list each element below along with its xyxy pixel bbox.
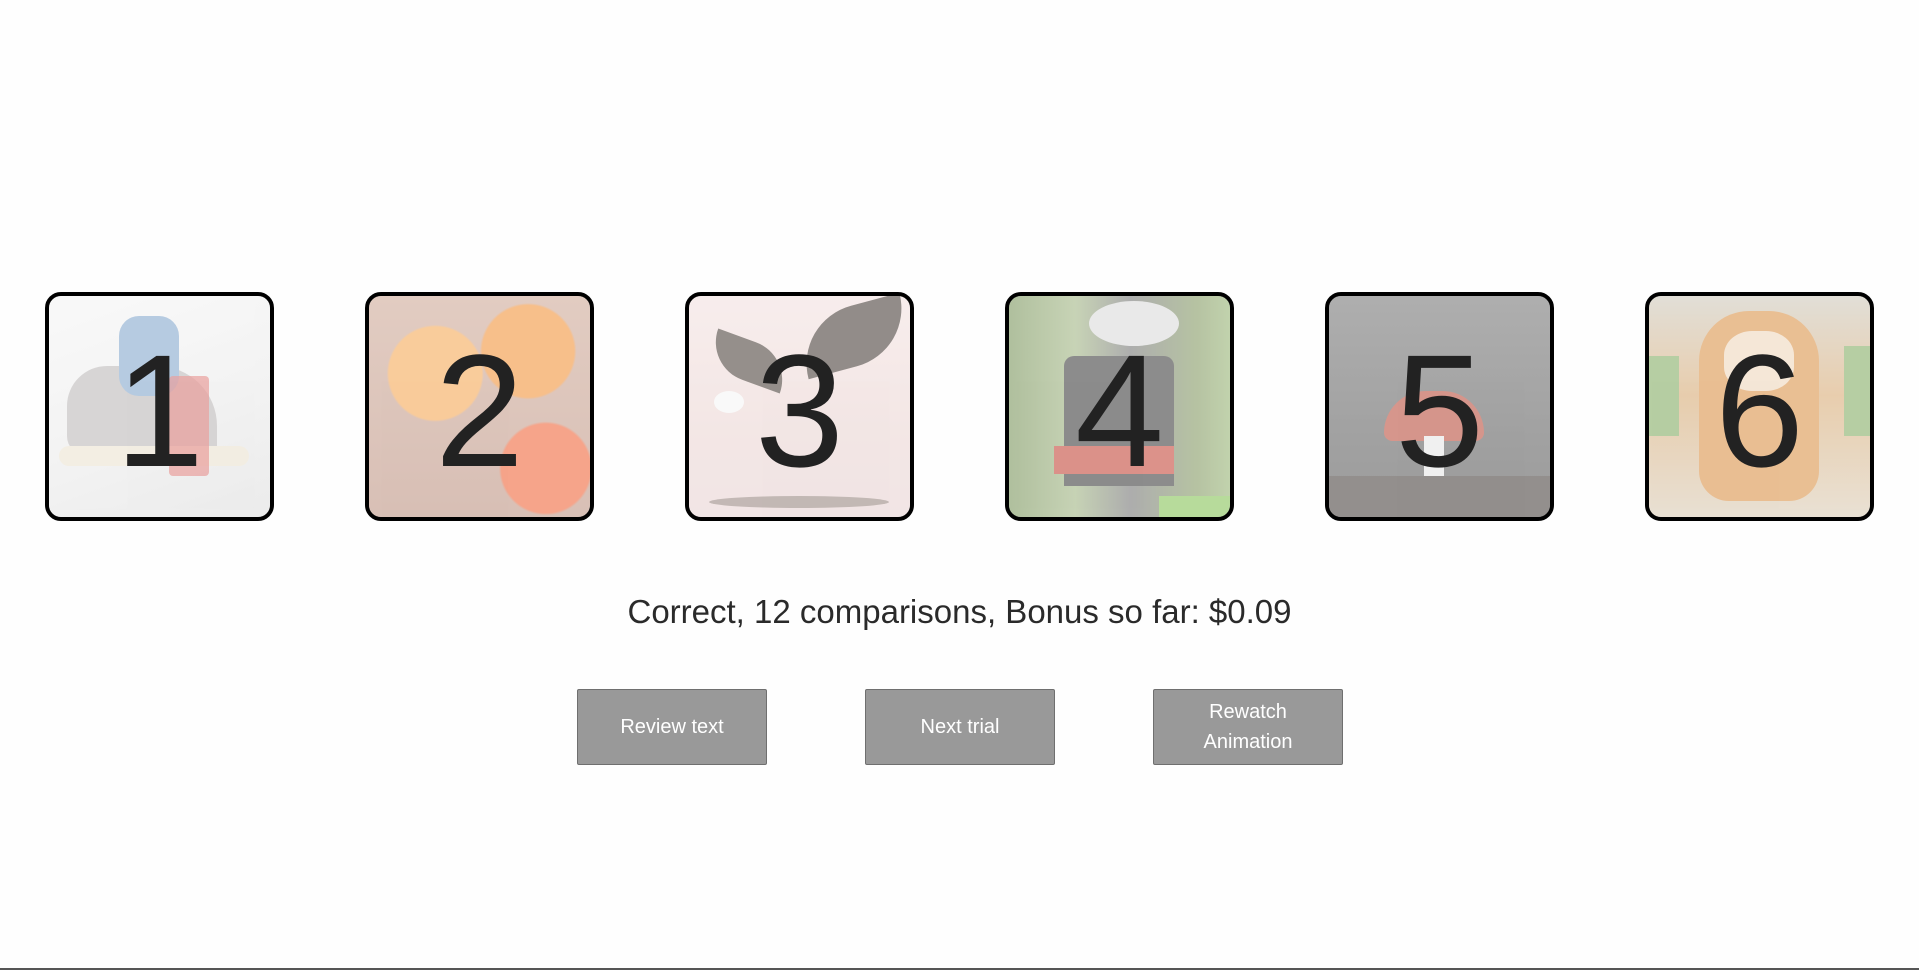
card-number: 4 bbox=[1075, 320, 1164, 500]
next-trial-button[interactable]: Next trial bbox=[865, 689, 1055, 765]
image-card-6[interactable]: 6 bbox=[1645, 292, 1874, 521]
rewatch-animation-button[interactable]: Rewatch Animation bbox=[1153, 689, 1343, 765]
image-card-1[interactable]: 1 bbox=[45, 292, 274, 521]
trial-status-text: Correct, 12 comparisons, Bonus so far: $… bbox=[627, 593, 1292, 630]
card-number: 3 bbox=[755, 320, 844, 500]
image-card-5[interactable]: 5 bbox=[1325, 292, 1554, 521]
card-number: 6 bbox=[1715, 320, 1804, 500]
image-card-2[interactable]: 2 bbox=[365, 292, 594, 521]
image-card-3[interactable]: 3 bbox=[685, 292, 914, 521]
card-number: 2 bbox=[435, 320, 524, 500]
image-card-4[interactable]: 4 bbox=[1005, 292, 1234, 521]
card-number: 5 bbox=[1395, 320, 1484, 500]
review-text-button[interactable]: Review text bbox=[577, 689, 767, 765]
trial-screen: 1 2 3 4 5 6 Correct, 12 comparisons, Bon… bbox=[0, 0, 1919, 970]
card-number: 1 bbox=[115, 320, 204, 500]
